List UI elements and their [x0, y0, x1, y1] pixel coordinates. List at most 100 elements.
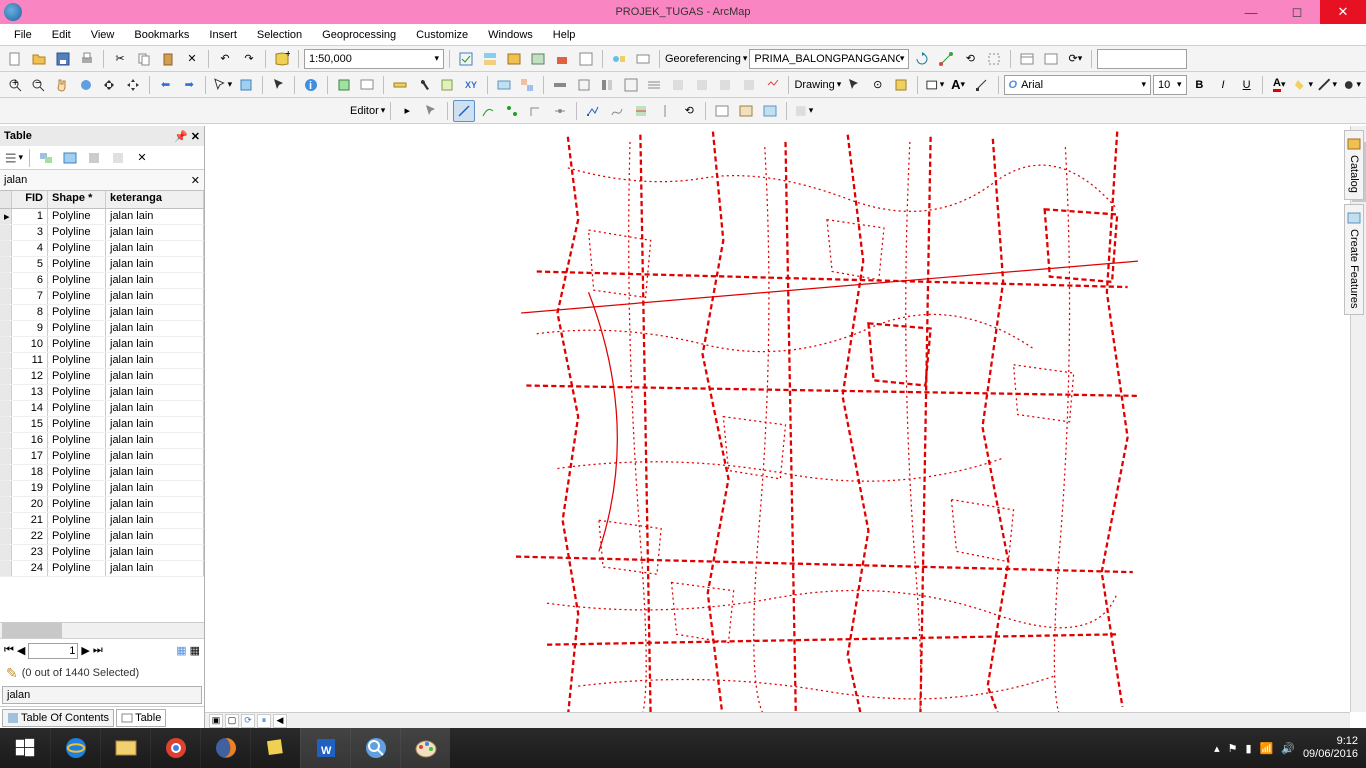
create-features-icon[interactable] [759, 100, 781, 122]
drawing-label[interactable]: Drawing [794, 79, 834, 91]
draw-edit-vertices-icon[interactable] [971, 74, 993, 96]
refresh-view-icon[interactable]: ⟳ [241, 714, 255, 728]
tool-icon-1[interactable] [479, 48, 501, 70]
font-size-combo[interactable]: 10▾ [1153, 75, 1187, 95]
save-icon[interactable] [52, 48, 74, 70]
find-route-icon[interactable] [437, 74, 459, 96]
fill-color-icon[interactable]: ▾ [1292, 74, 1314, 96]
taskbar-explorer-icon[interactable] [100, 728, 150, 768]
menu-view[interactable]: View [83, 27, 123, 43]
cut-icon[interactable]: ✂ [109, 48, 131, 70]
menu-file[interactable]: File [6, 27, 40, 43]
navigate-icon[interactable]: ◀ [273, 714, 287, 728]
effects-icon-5[interactable] [644, 74, 666, 96]
georef-delete-link-icon[interactable]: ⟳▾ [1064, 48, 1086, 70]
table-row[interactable]: 17Polylinejalan lain [0, 449, 204, 465]
table-row[interactable]: 14Polylinejalan lain [0, 401, 204, 417]
draw-rectangle-icon[interactable]: ▾ [923, 74, 945, 96]
clear-table-selection-icon[interactable] [107, 147, 129, 169]
reshape-icon[interactable] [606, 100, 628, 122]
print-icon[interactable] [76, 48, 98, 70]
taskbar-chrome-icon[interactable] [150, 728, 200, 768]
back-icon[interactable]: ⬅ [155, 74, 177, 96]
georef-layer-combo[interactable]: PRIMA_BALONGPANGGANG.JP▾ [749, 49, 909, 69]
minimize-button[interactable]: — [1228, 0, 1274, 24]
table-row[interactable]: 10Polylinejalan lain [0, 337, 204, 353]
quick-find-input[interactable] [1097, 49, 1187, 69]
select-elements-icon[interactable] [268, 74, 290, 96]
menu-bookmarks[interactable]: Bookmarks [126, 27, 197, 43]
table-row[interactable]: ▸1Polylinejalan lain [0, 209, 204, 225]
menu-customize[interactable]: Customize [408, 27, 476, 43]
catalog-tab[interactable]: Catalog [1344, 130, 1364, 200]
map-view[interactable]: ▣ ▢ ⟳ ⏸ ◀ [205, 126, 1366, 728]
editor-options-icon[interactable]: ▾ [792, 100, 814, 122]
pan-icon[interactable] [51, 74, 73, 96]
close-button[interactable]: ✕ [1320, 0, 1366, 24]
start-button[interactable] [0, 728, 50, 768]
tray-network-icon[interactable]: 📶 [1260, 742, 1274, 755]
effects-icon-8[interactable] [715, 74, 737, 96]
copy-icon[interactable] [133, 48, 155, 70]
table-h-scrollbar[interactable] [0, 622, 204, 638]
data-view-button[interactable]: ▣ [209, 714, 223, 728]
arc-toolbox-icon[interactable] [551, 48, 573, 70]
tool-icon-2[interactable] [632, 48, 654, 70]
zoom-out-icon[interactable]: − [28, 74, 50, 96]
catalog-icon[interactable] [503, 48, 525, 70]
table-row[interactable]: 9Polylinejalan lain [0, 321, 204, 337]
table-options-icon[interactable]: ▾ [2, 147, 24, 169]
tray-flag-icon[interactable]: ⚑ [1228, 742, 1238, 755]
effects-icon-10[interactable] [762, 74, 784, 96]
table-row[interactable]: 24Polylinejalan lain [0, 561, 204, 577]
layout-view-button[interactable]: ▢ [225, 714, 239, 728]
underline-button[interactable]: U [1236, 74, 1258, 96]
close-layer-table-icon[interactable]: ✕ [191, 174, 200, 187]
goto-xy-icon[interactable]: XY [460, 74, 482, 96]
first-record-icon[interactable]: ⏮ [4, 644, 14, 657]
table-row[interactable]: 18Polylinejalan lain [0, 465, 204, 481]
menu-insert[interactable]: Insert [201, 27, 245, 43]
edit-tool-icon[interactable]: ▸ [396, 100, 418, 122]
taskbar-notes-icon[interactable] [250, 728, 300, 768]
effects-icon-1[interactable] [549, 74, 571, 96]
table-row[interactable]: 3Polylinejalan lain [0, 225, 204, 241]
last-record-icon[interactable]: ⏭ [93, 644, 103, 657]
georef-auto-icon[interactable]: ⟲ [959, 48, 981, 70]
scale-combo[interactable]: 1:50,000▾ [304, 49, 444, 69]
related-tables-icon[interactable] [35, 147, 57, 169]
show-all-icon[interactable]: ▦ [176, 644, 186, 657]
table-row[interactable]: 19Polylinejalan lain [0, 481, 204, 497]
column-keteranga[interactable]: keteranga [106, 191, 204, 208]
table-row[interactable]: 5Polylinejalan lain [0, 257, 204, 273]
attribute-table[interactable]: FID Shape * keteranga ▸1Polylinejalan la… [0, 190, 204, 622]
right-angle-icon[interactable] [525, 100, 547, 122]
georef-add-point-icon[interactable] [935, 48, 957, 70]
toc-tab[interactable]: Table Of Contents [2, 709, 114, 727]
tray-volume-icon[interactable]: 🔊 [1281, 742, 1295, 755]
effects-icon-3[interactable] [596, 74, 618, 96]
tray-up-icon[interactable]: ▴ [1214, 742, 1220, 755]
table-row[interactable]: 11Polylinejalan lain [0, 353, 204, 369]
search-icon[interactable] [527, 48, 549, 70]
trace-icon[interactable] [501, 100, 523, 122]
table-row[interactable]: 4Polylinejalan lain [0, 241, 204, 257]
identify-icon[interactable]: i [300, 74, 322, 96]
font-color-icon[interactable]: A▾ [1268, 74, 1290, 96]
table-row[interactable]: 12Polylinejalan lain [0, 369, 204, 385]
effects-icon-7[interactable] [691, 74, 713, 96]
georef-link-table-icon[interactable] [1016, 48, 1038, 70]
georef-select-icon[interactable] [983, 48, 1005, 70]
georef-label[interactable]: Georeferencing [665, 53, 741, 65]
delete-icon[interactable]: ✕ [181, 48, 203, 70]
table-row[interactable]: 15Polylinejalan lain [0, 417, 204, 433]
tray-clock[interactable]: 9:12 09/06/2016 [1303, 735, 1358, 761]
switch-selection-icon[interactable] [83, 147, 105, 169]
model-builder-icon[interactable] [608, 48, 630, 70]
editor-toolbar-icon[interactable] [455, 48, 477, 70]
menu-help[interactable]: Help [545, 27, 584, 43]
python-icon[interactable] [575, 48, 597, 70]
select-features-icon[interactable]: ▾ [211, 74, 233, 96]
italic-button[interactable]: I [1212, 74, 1234, 96]
draw-marker-icon[interactable] [891, 74, 913, 96]
